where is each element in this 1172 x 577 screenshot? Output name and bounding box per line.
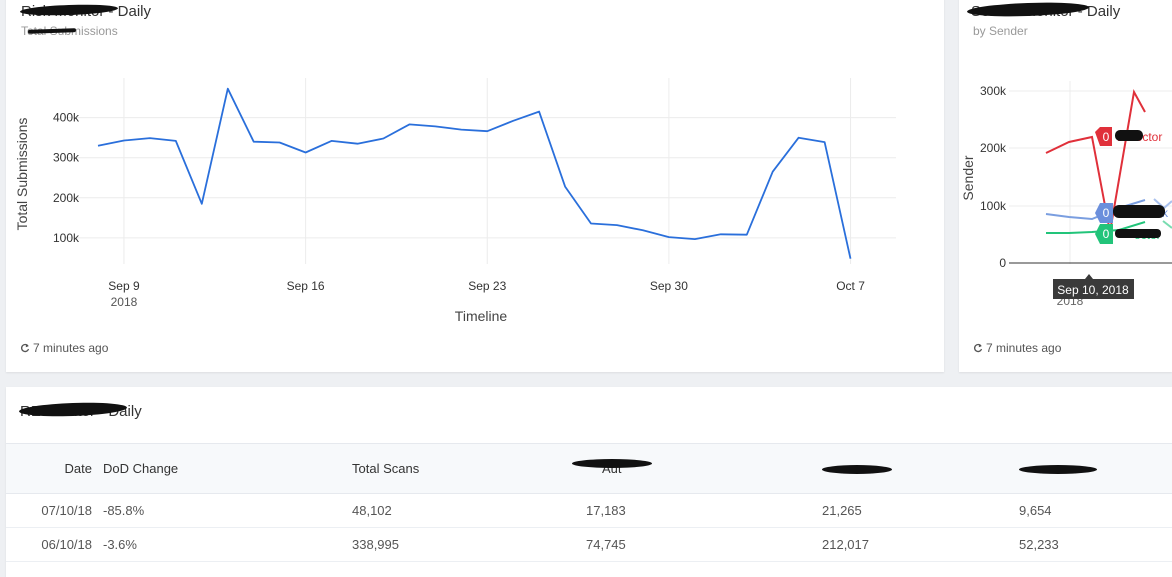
x-tick-label: 2018 [111, 295, 138, 309]
x-tick-label: Sep 9 [108, 279, 140, 293]
column-header-redacted-a[interactable]: Aut [586, 444, 822, 494]
re-monitor-table-card: RE Monitor - Daily Date DoD Change Total… [6, 387, 1172, 577]
hover-tooltip: Sep 10, 2018 [1053, 274, 1134, 299]
x-axis-label: Timeline [455, 308, 508, 324]
y-tick-label: 300k [980, 84, 1007, 98]
table-row: 07/10/18-85.8%48,10217,18321,2659,654 [6, 494, 1172, 528]
refresh-time: 7 minutes ago [986, 341, 1061, 355]
svg-text:0: 0 [1103, 130, 1110, 144]
cell-col-c: 9,654 [1019, 494, 1172, 528]
column-header-dod-change[interactable]: DoD Change [97, 444, 352, 494]
y-tick-label: 0 [999, 256, 1006, 270]
svg-text:0: 0 [1103, 206, 1110, 220]
cell-total-scans: 338,995 [352, 528, 586, 562]
refresh-status: 7 minutes ago [20, 341, 108, 355]
sender-monitor-card: Sender Monitor - Daily by Sender 300k 20… [959, 0, 1172, 372]
refresh-status: 7 minutes ago [973, 341, 1061, 355]
total-submissions-card: Risk Monitor - Daily Total Submissions 1… [6, 0, 944, 372]
series-tag-red: 0 Detector [1095, 127, 1162, 146]
series-line [98, 89, 851, 259]
y-axis-label: Sender [960, 155, 976, 200]
column-header-date[interactable]: Date [6, 444, 97, 494]
x-tick-label: Sep 16 [287, 279, 325, 293]
refresh-icon[interactable] [20, 343, 30, 353]
sender-line-chart: 300k 200k 100k 0 Sender 0 Detector 0 k 0… [959, 0, 1172, 336]
svg-text:Sep 10, 2018: Sep 10, 2018 [1057, 283, 1129, 297]
table-header-row: Date DoD Change Total Scans Aut [6, 444, 1172, 494]
y-tick-label: 200k [980, 141, 1007, 155]
cell-col-a: 74,745 [586, 528, 822, 562]
refresh-time: 7 minutes ago [33, 341, 108, 355]
total-submissions-line-chart: 100k 200k 300k 400k Sep 9 2018 Sep 16 Sep 23 Sep… [6, 0, 944, 336]
y-tick-label: 100k [53, 231, 80, 245]
column-header-redacted-c[interactable] [1019, 444, 1172, 494]
y-tick-label: 200k [53, 191, 80, 205]
x-tick-label: Sep 30 [650, 279, 688, 293]
y-tick-label: 300k [53, 151, 80, 165]
cell-dod-change: -85.8% [97, 494, 352, 528]
cell-total-scans: 48,102 [352, 494, 586, 528]
cell-date: 06/10/18 [6, 528, 97, 562]
cell-date: 07/10/18 [6, 494, 97, 528]
series-tag-blue: 0 k [1095, 203, 1169, 223]
y-tick-label: 100k [980, 199, 1007, 213]
x-tick-label: Sep 23 [468, 279, 506, 293]
cell-dod-change: -3.6% [97, 528, 352, 562]
daily-scans-table: Date DoD Change Total Scans Aut 07/10/18… [6, 443, 1172, 577]
cell-col-b: 212,017 [822, 528, 1019, 562]
refresh-icon[interactable] [973, 343, 983, 353]
series-line-faint [1163, 221, 1172, 228]
cell-col-c: 52,233 [1019, 528, 1172, 562]
column-header-redacted-b[interactable] [822, 444, 1019, 494]
y-tick-label: 400k [53, 111, 80, 125]
column-header-total-scans[interactable]: Total Scans [352, 444, 586, 494]
cell-col-a: 17,183 [586, 494, 822, 528]
table-row-partial [6, 562, 1172, 577]
cell-col-b: 21,265 [822, 494, 1019, 528]
y-axis-label: Total Submissions [14, 118, 30, 231]
table-row: 06/10/18-3.6%338,99574,745212,01752,233 [6, 528, 1172, 562]
x-tick-label: Oct 7 [836, 279, 865, 293]
svg-text:0: 0 [1103, 227, 1110, 241]
